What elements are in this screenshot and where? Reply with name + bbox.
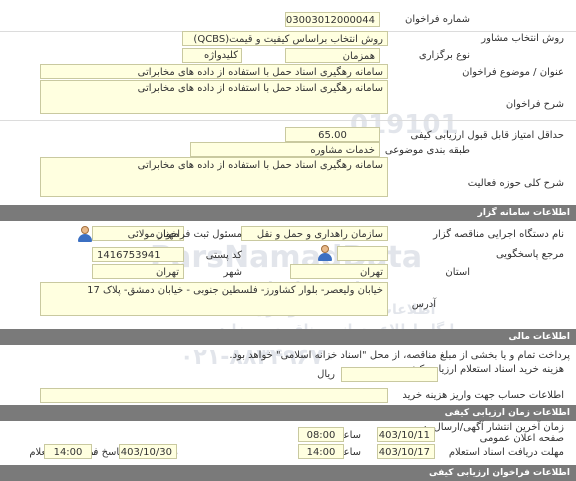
description-label: شرح فراخوان bbox=[505, 99, 564, 110]
city-field: تهران bbox=[92, 264, 184, 279]
publish-label: زمان آخرین انتشار آگهی/ارسال به صفحه اعل… bbox=[422, 422, 564, 444]
executor-field: سازمان راهداری و حمل و نقل bbox=[241, 226, 388, 241]
min-score-label: حداقل امتیاز قابل قبول ارزیابی کیفی bbox=[410, 130, 564, 141]
city-label: شهر bbox=[223, 267, 242, 278]
consultant-method-field: روش انتخاب براساس کیفیت و قیمت(QCBS) bbox=[182, 31, 388, 46]
activity-scope-field: سامانه رهگیری اسناد حمل با استفاده از دا… bbox=[40, 157, 388, 197]
receive-time-field: 14:00 bbox=[298, 444, 344, 459]
executor-label: نام دستگاه اجرایی مناقصه گزار bbox=[433, 229, 564, 240]
province-field: تهران bbox=[290, 264, 388, 279]
account-field bbox=[40, 388, 388, 403]
postal-code-label: کد پستی bbox=[205, 250, 242, 261]
account-label: اطلاعات حساب جهت واریز هزینه خرید bbox=[402, 390, 564, 401]
holding-type-field: همزمان bbox=[285, 48, 380, 63]
activity-scope-label: شرح کلی حوزه فعالیت bbox=[467, 178, 564, 189]
user-icon bbox=[318, 245, 332, 261]
tender-number-label: شماره فراخوان bbox=[405, 14, 470, 25]
min-score-field: 65.00 bbox=[285, 127, 380, 142]
publish-date-field: 1403/10/11 bbox=[377, 427, 435, 442]
tender-number-field: 2003003012000044 bbox=[285, 12, 380, 27]
registrar-label: مسئول ثبت فراخوان bbox=[155, 229, 242, 240]
province-label: استان bbox=[445, 267, 470, 278]
evaluation-times-section-header: اطلاعات زمان ارزیابی کیفی bbox=[0, 405, 576, 421]
subject-label: عنوان / موضوع فراخوان bbox=[462, 67, 564, 78]
payment-note: پرداخت تمام و یا بخشی از مبلغ مناقصه، از… bbox=[229, 350, 570, 361]
subject-field: سامانه رهگیری اسناد حمل با استفاده از دا… bbox=[40, 64, 388, 79]
organizer-section-header: اطلاعات سامانه گزار bbox=[0, 205, 576, 221]
responder-label: مرجع پاسخگویی bbox=[495, 249, 564, 260]
financial-section-header: اطلاعات مالی bbox=[0, 329, 576, 345]
address-label: آدرس bbox=[411, 299, 436, 310]
doc-cost-field bbox=[341, 367, 438, 382]
category-field: خدمات مشاوره bbox=[190, 142, 380, 157]
evaluation-docs-section-header: اطلاعات فراخوان ارزیابی کیفی bbox=[0, 465, 576, 481]
receive-label: مهلت دریافت اسناد استعلام bbox=[448, 447, 564, 458]
keyword-label: کلیدواژه bbox=[203, 50, 238, 61]
send-date-field: 1403/10/30 bbox=[119, 444, 177, 459]
publish-time-field: 08:00 bbox=[298, 427, 344, 442]
category-label: طبقه بندی موضوعی bbox=[384, 145, 470, 156]
consultant-method-label: روش انتخاب مشاور bbox=[481, 33, 564, 44]
description-field: سامانه رهگیری اسناد حمل با استفاده از دا… bbox=[40, 80, 388, 114]
send-time-field: 14:00 bbox=[44, 444, 92, 459]
receive-date-field: 1403/10/17 bbox=[377, 444, 435, 459]
postal-code-field: 1416753941 bbox=[92, 247, 184, 262]
address-field: خیابان ولیعصر- بلوار کشاورز- فلسطین جنوب… bbox=[40, 282, 388, 316]
user-icon bbox=[78, 226, 92, 242]
responder-field bbox=[337, 246, 388, 261]
doc-cost-unit: ریال bbox=[317, 369, 335, 380]
holding-type-label: نوع برگزاری bbox=[418, 50, 470, 61]
